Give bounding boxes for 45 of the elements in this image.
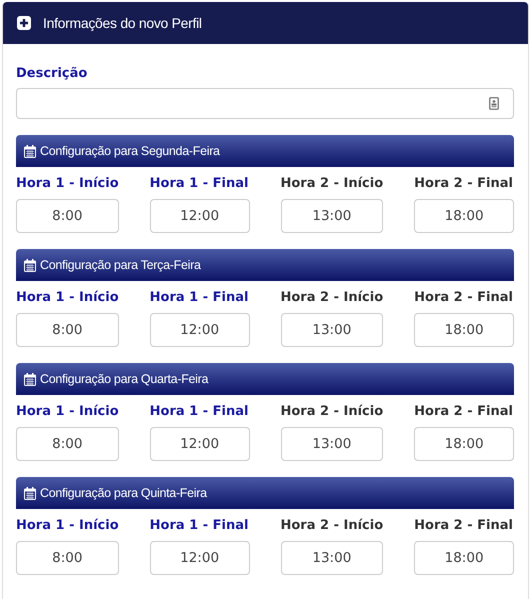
field-label: Hora 2 - Início [280,518,384,533]
field-label: Hora 1 - Final [150,176,250,191]
field-label: Hora 2 - Início [280,290,384,305]
time-field[interactable]: 12:00 [150,541,250,575]
time-field[interactable]: 18:00 [414,199,514,233]
field-label: Hora 1 - Final [150,518,250,533]
field-label: Hora 2 - Final [414,518,514,533]
time-field[interactable]: 13:00 [280,313,384,347]
time-field[interactable]: 12:00 [150,313,250,347]
time-field[interactable]: 12:00 [150,199,250,233]
panel-title: Informações do novo Perfil [43,15,202,31]
time-field[interactable]: 8:00 [16,199,119,233]
section-title: Configuração para Terça-Feira [40,258,201,272]
field-label: Hora 2 - Final [414,176,514,191]
field-label: Hora 2 - Início [280,404,384,419]
contact-card-icon [489,97,499,110]
field-label: Hora 1 - Final [150,290,250,305]
time-field[interactable]: 8:00 [16,313,119,347]
field-label: Hora 1 - Final [150,404,250,419]
field-label: Descrição [16,66,88,81]
time-field[interactable]: 13:00 [280,427,384,461]
description-field[interactable] [16,88,514,119]
field-label: Hora 2 - Final [414,290,514,305]
section-title: Configuração para Quarta-Feira [40,372,208,386]
time-field[interactable]: 18:00 [414,541,514,575]
section-title: Configuração para Quinta-Feira [40,486,207,500]
field-label: Hora 1 - Início [16,518,119,533]
time-field[interactable]: 12:00 [150,427,250,461]
calendar-icon [24,144,36,158]
field-label: Hora 1 - Início [16,290,119,305]
field-label: Hora 1 - Início [16,176,119,191]
field-label: Hora 2 - Final [414,404,514,419]
calendar-icon [24,258,36,272]
time-field[interactable]: 13:00 [280,199,384,233]
calendar-icon [24,372,36,386]
time-field[interactable]: 18:00 [414,427,514,461]
time-field[interactable]: 8:00 [16,427,119,461]
section-title: Configuração para Segunda-Feira [40,144,220,158]
time-field[interactable]: 8:00 [16,541,119,575]
time-field[interactable]: 18:00 [414,313,514,347]
plus-icon[interactable] [17,16,31,30]
field-label: Hora 2 - Início [280,176,384,191]
calendar-icon [24,486,36,500]
field-label: Hora 1 - Início [16,404,119,419]
time-field[interactable]: 13:00 [280,541,384,575]
